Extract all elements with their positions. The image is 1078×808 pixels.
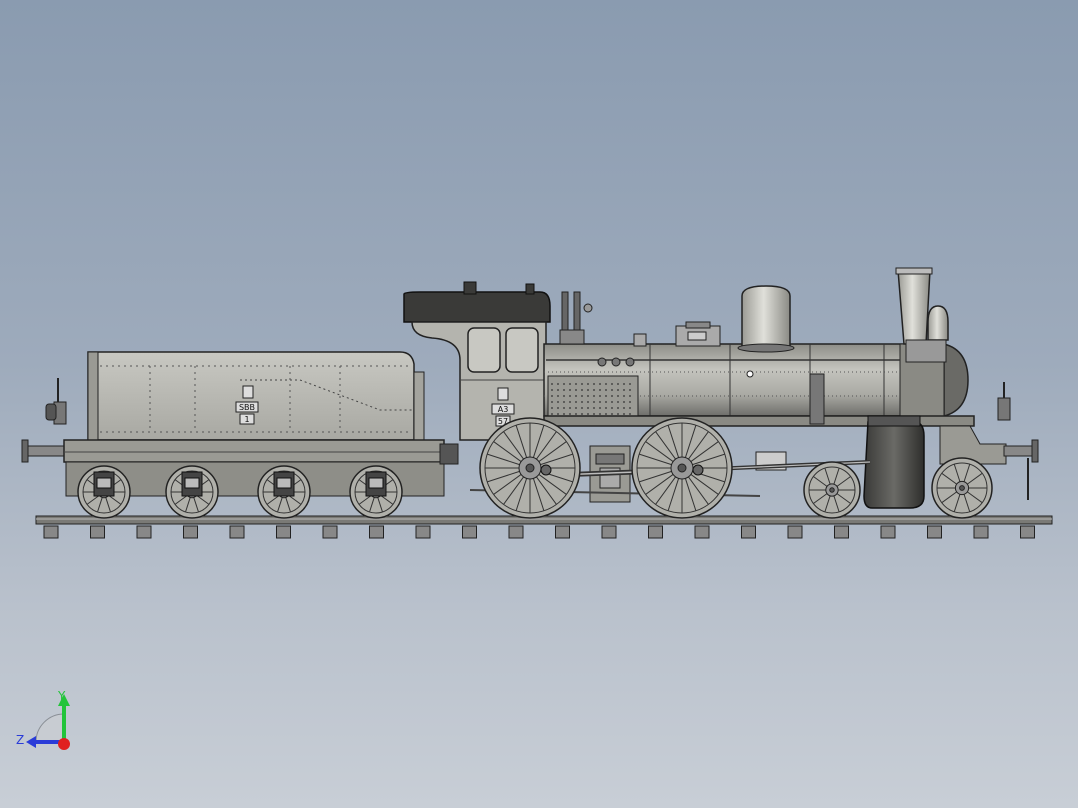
track-tie [648,525,663,539]
tender[interactable]: SBB 1 [21,351,459,519]
track-tie [1020,525,1035,539]
tender-plate-bottom: 1 [244,415,249,424]
track-tie [322,525,338,539]
track-tie [276,525,291,539]
cab-plate-top: A3 [498,405,509,414]
locomotive-cab[interactable]: A3 57 [403,281,551,441]
tender-frame [63,439,445,463]
track-tie [927,525,942,539]
railway-track [35,515,1053,539]
cylinder [863,421,925,509]
track-tie [601,525,617,539]
smokebox-door [943,343,969,417]
leading-wheel [931,457,993,519]
track-tie [694,525,710,539]
track-tie [508,525,524,539]
boiler[interactable] [543,267,969,427]
track-tie [880,525,896,539]
track-tie [415,525,431,539]
track-tie [43,525,59,539]
x-axis-icon [58,738,70,750]
track-ties [43,525,1035,539]
chimney [897,269,931,345]
track-tie [229,525,245,539]
cab-roof [403,291,551,323]
axis-triad[interactable]: Y Z [14,686,94,766]
z-axis-label: Z [16,733,24,747]
leading-wheel [803,461,861,519]
track-tie [834,525,849,539]
steam-dome [741,285,791,349]
y-axis-label: Y [57,689,66,703]
track-tie [90,525,105,539]
track-tie [369,525,384,539]
front-buffer [1003,445,1035,457]
safety-valve [561,291,569,333]
cad-viewport[interactable]: SBB 1 A3 57 Y Z [0,0,1078,808]
track-tie [462,525,477,539]
locomotive-model[interactable]: SBB 1 A3 57 [0,0,1078,808]
track-tie [183,525,198,539]
driving-wheel [631,417,733,519]
track-tie [741,525,756,539]
safety-valve [573,291,581,333]
track-tie [136,525,152,539]
front-lamp [997,397,1011,421]
cab-window [505,327,539,373]
track-tie [555,525,570,539]
driving-wheel [479,417,581,519]
track-tie [973,525,989,539]
cab-window [467,327,501,373]
tender-plate-top: SBB [239,403,255,412]
track-tie [787,525,803,539]
